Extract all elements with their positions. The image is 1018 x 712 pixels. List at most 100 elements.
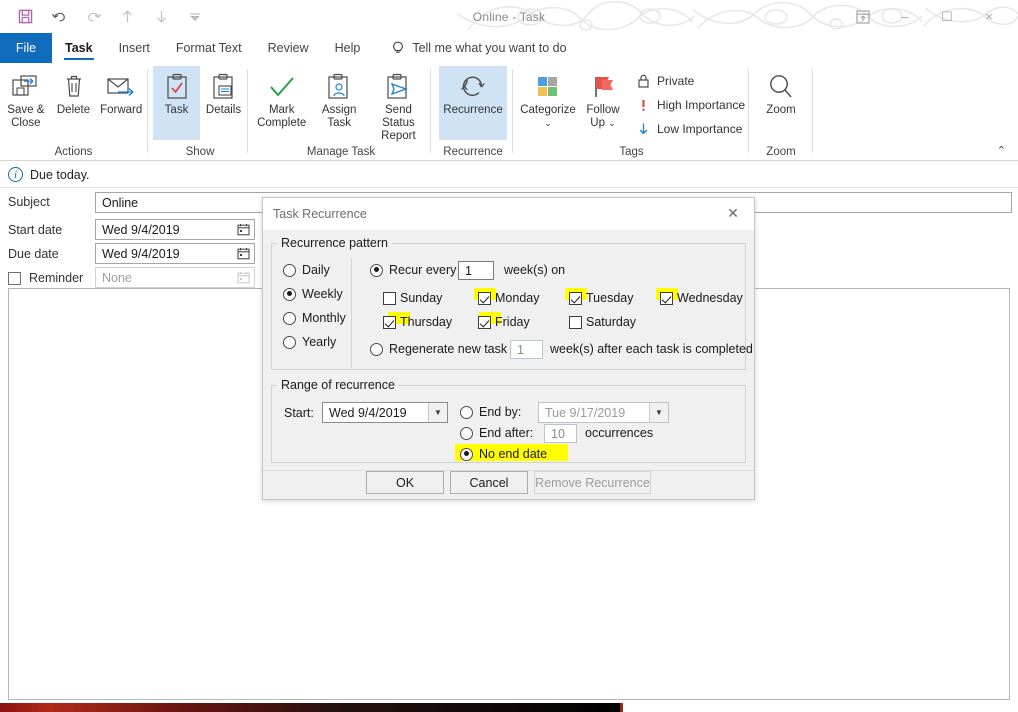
ribbon-separator xyxy=(430,69,431,153)
end-by-date-value: Tue 9/17/2019 xyxy=(545,405,626,420)
range-of-recurrence-group: Range of recurrence Start: Wed 9/4/2019 … xyxy=(271,378,746,463)
due-date-input[interactable]: Wed 9/4/2019 xyxy=(95,243,255,264)
dialog-body: Recurrence pattern Daily Weekly Monthly … xyxy=(263,230,754,499)
radio-monthly[interactable] xyxy=(283,311,296,325)
save-icon[interactable] xyxy=(14,6,36,28)
maximize-button[interactable]: ☐ xyxy=(926,2,968,32)
high-importance-button[interactable]: High Importance xyxy=(633,93,745,117)
close-button[interactable]: × xyxy=(968,2,1010,32)
frequency-yearly[interactable]: Yearly xyxy=(283,335,336,349)
dialog-close-button[interactable]: ✕ xyxy=(712,198,754,229)
day-checkbox-thursday[interactable]: Thursday xyxy=(383,315,452,329)
recur-every-option[interactable]: Recur every xyxy=(370,263,456,277)
high-importance-label: High Importance xyxy=(657,98,746,112)
redo-icon[interactable] xyxy=(82,6,104,28)
zoom-button[interactable]: Zoom xyxy=(753,66,809,117)
checkbox-wednesday[interactable] xyxy=(660,291,673,305)
tab-help[interactable]: Help xyxy=(322,33,374,63)
categorize-button[interactable]: Categorize ⌄ xyxy=(517,66,579,130)
tab-task[interactable]: Task xyxy=(52,33,106,63)
categorize-icon xyxy=(533,70,563,104)
day-checkbox-friday[interactable]: Friday xyxy=(478,315,530,329)
frequency-daily[interactable]: Daily xyxy=(283,263,330,277)
tab-review[interactable]: Review xyxy=(255,33,322,63)
minimize-button[interactable]: – xyxy=(884,2,926,32)
save-and-close-button[interactable]: Save & Close xyxy=(2,66,50,130)
recurrence-button[interactable]: Recurrence xyxy=(439,66,507,140)
collapse-ribbon-button[interactable]: ⌃ xyxy=(997,144,1006,157)
checkbox-monday[interactable] xyxy=(478,291,491,305)
chevron-down-icon[interactable]: ▼ xyxy=(428,403,447,422)
radio-daily[interactable] xyxy=(283,263,296,277)
ribbon-display-options-icon[interactable] xyxy=(842,2,884,32)
mark-complete-button[interactable]: Mark Complete xyxy=(253,66,310,130)
day-checkbox-monday[interactable]: Monday xyxy=(478,291,539,305)
frequency-weekly[interactable]: Weekly xyxy=(283,287,343,301)
private-button[interactable]: Private xyxy=(633,69,745,93)
end-by-date-combo[interactable]: Tue 9/17/2019 ▼ xyxy=(538,402,669,423)
radio-weekly[interactable] xyxy=(283,287,296,301)
follow-up-button[interactable]: Follow Up ⌄ xyxy=(579,66,627,130)
radio-end-by[interactable] xyxy=(460,405,473,419)
end-after-option[interactable]: End after: xyxy=(460,426,533,440)
frequency-monthly[interactable]: Monthly xyxy=(283,311,346,325)
next-item-icon[interactable] xyxy=(150,6,172,28)
tab-insert[interactable]: Insert xyxy=(106,33,163,63)
lock-icon xyxy=(635,74,651,88)
radio-yearly[interactable] xyxy=(283,335,296,349)
calendar-icon[interactable] xyxy=(234,245,252,262)
show-task-button[interactable]: Task xyxy=(153,66,200,140)
delete-button[interactable]: Delete xyxy=(50,66,98,117)
ribbon-group-zoom: Zoom Zoom xyxy=(752,63,810,160)
day-checkbox-sunday[interactable]: Sunday xyxy=(383,291,442,305)
customize-quick-access-toolbar-icon[interactable] xyxy=(184,6,206,28)
reminder-checkbox[interactable] xyxy=(8,271,21,285)
tab-file[interactable]: File xyxy=(0,33,52,63)
ribbon-group-manage-task: Mark Complete Assign Task Send Status Repor… xyxy=(253,63,429,160)
assign-task-button[interactable]: Assign Task xyxy=(310,66,367,130)
radio-regenerate[interactable] xyxy=(370,342,383,356)
day-checkbox-saturday[interactable]: Saturday xyxy=(569,315,636,329)
calendar-icon[interactable] xyxy=(234,221,252,238)
checkbox-thursday[interactable] xyxy=(383,315,396,329)
ok-button[interactable]: OK xyxy=(366,471,444,494)
show-details-button[interactable]: Details xyxy=(200,66,247,117)
end-after-occurrences-input[interactable]: 10 xyxy=(544,424,577,443)
end-by-option[interactable]: End by: xyxy=(460,405,521,419)
tab-format-text[interactable]: Format Text xyxy=(163,33,255,63)
assign-task-label: Assign Task xyxy=(321,104,357,129)
cancel-button[interactable]: Cancel xyxy=(450,471,528,494)
checkbox-friday[interactable] xyxy=(478,315,491,329)
start-date-input[interactable]: Wed 9/4/2019 xyxy=(95,219,255,240)
end-after-label: End after: xyxy=(479,426,534,440)
low-importance-button[interactable]: Low Importance xyxy=(633,117,745,141)
subject-label: Subject xyxy=(8,195,50,209)
day-checkbox-wednesday[interactable]: Wednesday xyxy=(660,291,743,305)
day-checkbox-tuesday[interactable]: Tuesday xyxy=(569,291,633,305)
radio-end-after[interactable] xyxy=(460,426,473,440)
range-start-combo[interactable]: Wed 9/4/2019 ▼ xyxy=(322,402,448,423)
ribbon-group-actions: Save & Close Delete Forward Actions xyxy=(2,63,145,160)
regenerate-interval-input[interactable]: 1 xyxy=(510,340,543,359)
calendar-icon[interactable] xyxy=(234,269,252,286)
checkbox-tuesday[interactable] xyxy=(569,291,582,305)
checkbox-sunday[interactable] xyxy=(383,291,396,305)
checkbox-saturday[interactable] xyxy=(569,315,582,329)
previous-item-icon[interactable] xyxy=(116,6,138,28)
undo-icon[interactable] xyxy=(48,6,70,28)
send-status-report-button[interactable]: Send Status Report xyxy=(368,66,429,143)
frequency-weekly-label: Weekly xyxy=(302,287,343,301)
regenerate-label: Regenerate new task xyxy=(389,342,508,356)
regenerate-option[interactable]: Regenerate new task xyxy=(370,342,507,356)
recur-every-interval-input[interactable]: 1 xyxy=(458,261,494,280)
due-date-label: Due date xyxy=(8,247,59,261)
radio-no-end-date[interactable] xyxy=(460,447,473,461)
tell-me-search[interactable]: Tell me what you want to do xyxy=(391,33,567,63)
radio-recur-every[interactable] xyxy=(370,263,383,277)
ribbon-group-show: Task Details Show xyxy=(153,63,247,160)
reminder-input[interactable]: None xyxy=(95,267,255,288)
forward-button[interactable]: Forward xyxy=(97,66,145,117)
ribbon-tab-strip: File Task Insert Format Text Review Help… xyxy=(0,33,1018,63)
no-end-date-option[interactable]: No end date xyxy=(460,447,547,461)
chevron-down-icon[interactable]: ▼ xyxy=(649,403,668,422)
